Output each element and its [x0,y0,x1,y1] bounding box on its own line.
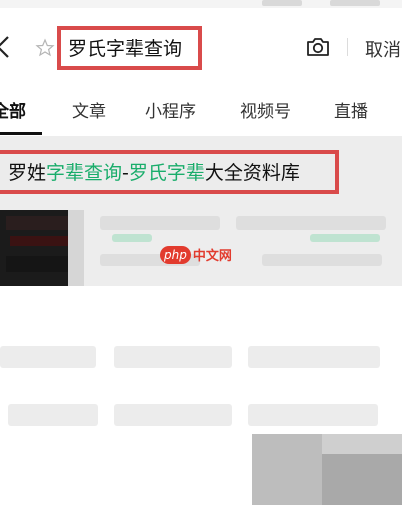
result-thumbnail[interactable] [0,210,84,286]
search-results-page: 罗氏字辈查询 取消 全部 文章 小程序 视频号 直播 罗姓字辈查询-罗氏字辈大全… [0,0,402,505]
blurred-content [236,216,386,230]
tab-articles[interactable]: 文章 [72,97,106,122]
search-bar: 罗氏字辈查询 取消 [0,8,402,88]
result-title-part: - [122,162,129,184]
cancel-button[interactable]: 取消 [365,36,401,62]
top-blurred-strip [0,0,402,8]
result-title-part: 罗姓 [8,162,47,184]
blurred-content [262,0,302,6]
category-tabs: 全部 文章 小程序 视频号 直播 [0,88,402,136]
blurred-content [248,404,378,426]
blurred-content [8,404,98,426]
watermark-logo: php [160,245,191,264]
tab-channels[interactable]: 视频号 [240,97,291,122]
blurred-content [100,216,220,230]
result-title-highlight[interactable]: 罗姓字辈查询-罗氏字辈大全资料库 [0,150,339,194]
more-results [0,286,402,505]
search-query-text: 罗氏字辈查询 [68,38,183,60]
search-input[interactable]: 罗氏字辈查询 [57,26,202,70]
site-watermark: php 中文网 [160,244,232,264]
watermark-text: 中文网 [192,249,232,264]
blurred-content [114,346,232,368]
active-tab-indicator [0,132,42,135]
result-title-part: 大全资料库 [204,162,300,184]
toolbar-divider [347,38,348,56]
blurred-content [248,346,380,368]
result-title: 罗姓字辈查询-罗氏字辈大全资料库 [8,160,300,186]
blurred-content [0,346,96,368]
result-title-keyword: 罗氏字辈 [128,162,205,184]
camera-icon[interactable] [305,36,331,58]
blurred-content [262,254,382,266]
blurred-image [252,434,402,505]
tab-live[interactable]: 直播 [334,97,368,122]
blurred-content [330,0,380,6]
blurred-content [114,404,232,426]
tab-mini-programs[interactable]: 小程序 [145,97,196,122]
blurred-content [112,234,152,242]
tab-all[interactable]: 全部 [0,97,26,122]
star-icon[interactable] [35,38,55,58]
result-title-keyword: 字辈查询 [46,162,123,184]
blurred-content [310,234,380,242]
back-icon[interactable] [0,34,16,60]
